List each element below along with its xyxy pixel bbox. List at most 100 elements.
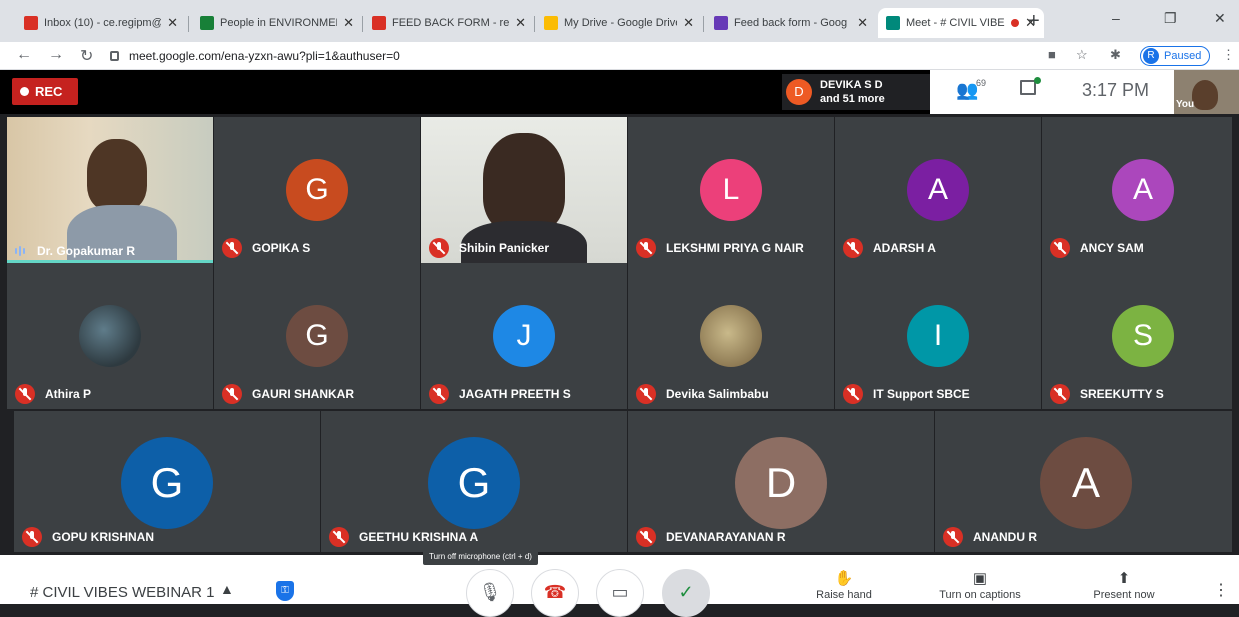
drive-icon: [544, 16, 558, 30]
participant-name: GEETHU KRISHNA A: [359, 530, 479, 544]
participant-tile[interactable]: Devika Salimbabu: [628, 263, 834, 409]
participant-name: GAURI SHANKAR: [252, 387, 354, 401]
participant-tile[interactable]: G GAURI SHANKAR: [214, 263, 420, 409]
participant-tile[interactable]: Athira P: [7, 263, 213, 409]
extensions-icon[interactable]: ✱: [1110, 47, 1121, 63]
participant-name: GOPU KRISHNAN: [52, 530, 155, 544]
participant-name: Dr. Gopakumar R: [37, 244, 136, 258]
speaker-avatar: D: [786, 79, 812, 105]
mic-off-icon: [636, 238, 656, 258]
participant-name: GOPIKA S: [252, 241, 311, 255]
url-text: meet.google.com/ena-yzxn-awu?pli=1&authu…: [129, 49, 400, 63]
active-speaker-indicator: D DEVIKA S D and 51 more: [782, 74, 932, 110]
classroom-icon: [200, 16, 214, 30]
forms-icon: [714, 16, 728, 30]
participant-tile[interactable]: G GOPIKA S: [214, 117, 420, 263]
participant-name: LEKSHMI PRIYA G NAIR: [666, 241, 804, 255]
more-options-icon[interactable]: ⋮: [1213, 580, 1229, 600]
check-icon: ✓: [678, 582, 694, 602]
tab-people[interactable]: People in ENVIRONMEN ✕: [192, 8, 362, 38]
gmail-icon: [372, 16, 386, 30]
tab-feedback-mail[interactable]: FEED BACK FORM - reg ✕: [364, 8, 534, 38]
participant-tile[interactable]: Shibin Panicker: [421, 117, 627, 263]
leave-call-button[interactable]: ☎: [531, 569, 579, 617]
tab-inbox[interactable]: Inbox (10) - ce.regipm@ ✕: [16, 8, 186, 38]
participant-tile[interactable]: I IT Support SBCE: [835, 263, 1041, 409]
raise-hand-button[interactable]: ✋ Raise hand: [784, 569, 904, 601]
participant-name: JAGATH PREETH S: [459, 387, 571, 401]
close-tab-icon[interactable]: ✕: [167, 15, 178, 31]
hang-up-icon: ☎: [543, 582, 567, 602]
participant-video: [483, 133, 565, 233]
mic-off-icon: [222, 238, 242, 258]
participant-tile[interactable]: G GEETHU KRISHNA A: [321, 411, 627, 552]
participant-name: ANANDU R: [973, 530, 1037, 544]
close-window-button[interactable]: ✕: [1214, 10, 1226, 27]
participant-avatar: A: [1040, 437, 1132, 529]
close-tab-icon[interactable]: ✕: [857, 15, 868, 31]
meeting-clock: 3:17 PM: [1082, 80, 1150, 100]
mic-off-icon: [636, 527, 656, 547]
attendance-button[interactable]: ✓: [662, 569, 710, 617]
participant-name: ADARSH A: [873, 241, 936, 255]
minimize-button[interactable]: –: [1112, 10, 1120, 26]
meeting-name[interactable]: # CIVIL VIBES WEBINAR 1: [30, 584, 215, 601]
camera-button[interactable]: ▭: [596, 569, 644, 617]
self-view[interactable]: You: [1174, 70, 1239, 114]
back-icon[interactable]: ←: [16, 46, 32, 64]
participant-tile[interactable]: D DEVANARAYANAN R: [628, 411, 934, 552]
camera-indicator-icon[interactable]: ■: [1048, 47, 1056, 62]
forward-icon[interactable]: →: [48, 46, 64, 64]
mic-off-icon: [1050, 238, 1070, 258]
restore-button[interactable]: ❐: [1164, 10, 1177, 27]
close-tab-icon[interactable]: ✕: [683, 15, 694, 31]
microphone-button[interactable]: 🎙: [466, 569, 514, 617]
profile-avatar: R: [1143, 48, 1159, 64]
star-icon[interactable]: ☆: [1076, 47, 1088, 63]
host-controls-icon[interactable]: ⚿: [276, 581, 294, 601]
participant-tile[interactable]: L LEKSHMI PRIYA G NAIR: [628, 117, 834, 263]
mic-off-icon: [15, 384, 35, 404]
participant-tile[interactable]: Dr. Gopakumar R: [7, 117, 213, 263]
participant-tile[interactable]: A ANCY SAM: [1042, 117, 1232, 263]
tab-meet[interactable]: Meet - # CIVIL VIBE ✕: [878, 8, 1044, 38]
browser-menu-icon[interactable]: ⋮: [1222, 47, 1235, 63]
present-now-button[interactable]: ⬆ Present now: [1064, 569, 1184, 601]
reload-icon[interactable]: ↻: [80, 46, 93, 66]
participant-video: [87, 139, 147, 211]
participant-photo: [79, 305, 141, 367]
tab-strip: Inbox (10) - ce.regipm@ ✕ People in ENVI…: [0, 0, 1239, 42]
participant-name: DEVANARAYANAN R: [666, 530, 786, 544]
participant-avatar: L: [700, 159, 762, 221]
participant-tile[interactable]: G GOPU KRISHNAN: [14, 411, 320, 552]
participant-avatar: D: [735, 437, 827, 529]
address-bar-row: ← → ↻ meet.google.com/ena-yzxn-awu?pli=1…: [0, 42, 1239, 70]
participant-avatar: G: [121, 437, 213, 529]
self-video: [1192, 80, 1218, 110]
meet-icon: [886, 16, 900, 30]
chevron-up-icon[interactable]: ▲: [220, 581, 234, 597]
mic-off-icon: [222, 384, 242, 404]
participant-tile[interactable]: J JAGATH PREETH S: [421, 263, 627, 409]
participant-tile[interactable]: S SREEKUTTY S: [1042, 263, 1232, 409]
url-field[interactable]: meet.google.com/ena-yzxn-awu?pli=1&authu…: [110, 45, 1030, 67]
close-tab-icon[interactable]: ✕: [515, 15, 526, 31]
captions-button[interactable]: ▣ Turn on captions: [920, 569, 1040, 601]
participant-tile[interactable]: A ANANDU R: [935, 411, 1232, 552]
profile-button[interactable]: R Paused: [1140, 46, 1211, 66]
tab-feedback-form[interactable]: Feed back form - Goog ✕: [706, 8, 876, 38]
participant-name: Athira P: [45, 387, 92, 401]
mic-off-icon: [429, 238, 449, 258]
microphone-icon: 🎙: [478, 582, 502, 602]
participant-tile[interactable]: A ADARSH A: [835, 117, 1041, 263]
mic-off-icon: [943, 527, 963, 547]
mic-off-icon: [1050, 384, 1070, 404]
speaker-more: and 51 more: [820, 93, 885, 105]
participant-avatar: J: [493, 305, 555, 367]
participant-avatar: I: [907, 305, 969, 367]
tab-drive[interactable]: My Drive - Google Drive ✕: [536, 8, 702, 38]
participant-avatar: A: [907, 159, 969, 221]
close-tab-icon[interactable]: ✕: [343, 15, 354, 31]
mic-off-icon: [329, 527, 349, 547]
new-tab-button[interactable]: +: [1028, 10, 1040, 33]
